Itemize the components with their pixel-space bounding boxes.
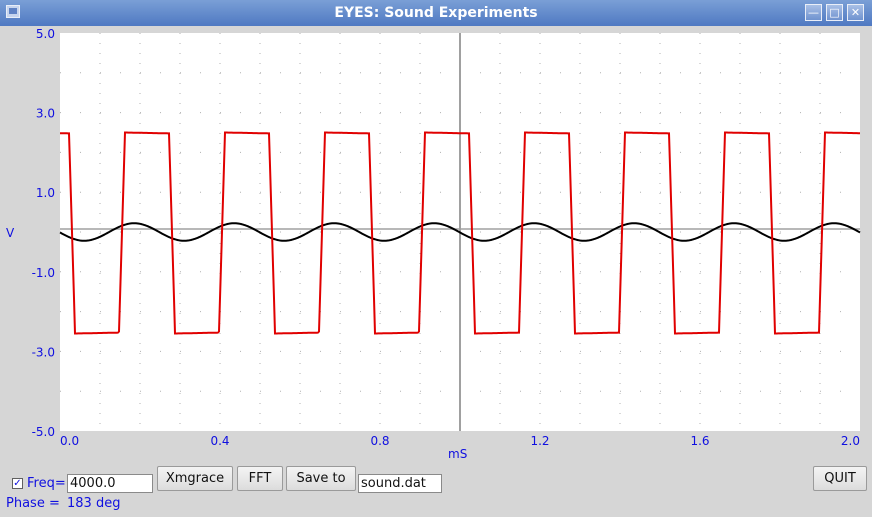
y-tick-label: -3.0 (32, 345, 55, 359)
fft-button[interactable]: FFT (237, 466, 283, 491)
y-axis-label: V (6, 226, 15, 240)
title-bar[interactable]: EYES: Sound Experiments — □ ✕ (0, 0, 872, 26)
waveform-plot: 5.0 3.0 1.0 -1.0 -3.0 -5.0 0.0 0.4 0.8 1.2 1.6 2.0… (6, 27, 861, 461)
freq-checkbox[interactable]: ✓ (12, 478, 23, 489)
close-icon[interactable]: ✕ (847, 4, 864, 21)
save-to-button[interactable]: Save to (286, 466, 356, 491)
plot-area: 5.0 3.0 1.0 -1.0 -3.0 -5.0 0.0 0.4 0.8 1.2 1.6 2.0… (0, 26, 872, 470)
x-tick-label: 0.8 (370, 434, 389, 448)
phase-value: 183 deg (67, 496, 121, 511)
y-axis-ticks: 5.0 3.0 1.0 -1.0 -3.0 -5.0 (32, 27, 55, 439)
x-tick-label: 0.0 (60, 434, 79, 448)
x-tick-label: 0.4 (210, 434, 229, 448)
filename-input[interactable]: sound.dat (358, 474, 442, 493)
x-tick-label: 2.0 (841, 434, 860, 448)
x-axis-label: mS (448, 447, 467, 461)
x-tick-label: 1.2 (530, 434, 549, 448)
x-tick-label: 1.6 (690, 434, 709, 448)
y-tick-label: 5.0 (36, 27, 55, 41)
quit-button[interactable]: QUIT (813, 466, 867, 491)
freq-input[interactable]: 4000.0 (67, 474, 153, 493)
minimize-icon[interactable]: — (805, 4, 822, 21)
window-title: EYES: Sound Experiments (334, 5, 538, 21)
y-tick-label: 1.0 (36, 186, 55, 200)
x-axis-ticks: 0.0 0.4 0.8 1.2 1.6 2.0 (60, 434, 860, 448)
y-tick-label: 3.0 (36, 107, 55, 121)
freq-label: Freq= (27, 476, 66, 491)
maximize-icon[interactable]: □ (826, 4, 843, 21)
y-tick-label: -5.0 (32, 425, 55, 439)
phase-label: Phase = (6, 496, 60, 511)
y-tick-label: -1.0 (32, 266, 55, 280)
xmgrace-button[interactable]: Xmgrace (157, 466, 233, 491)
